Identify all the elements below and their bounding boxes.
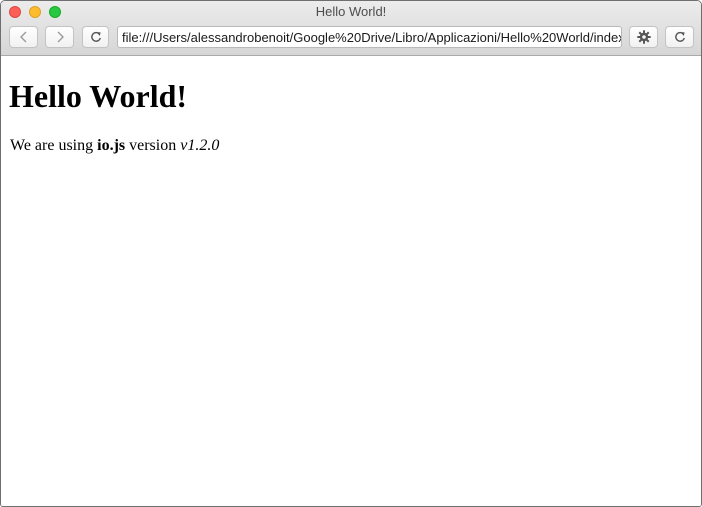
page-content: Hello World! We are using io.js version … — [1, 56, 701, 506]
back-button[interactable] — [9, 26, 38, 48]
text-before: We are using — [10, 137, 98, 154]
page-heading: Hello World! — [9, 78, 188, 114]
reload-icon — [90, 31, 101, 42]
forward-button[interactable] — [45, 26, 74, 48]
version-paragraph: We are using io.js version v1.2.0 — [10, 136, 219, 156]
settings-button[interactable] — [629, 26, 658, 48]
version-number: v1.2.0 — [180, 137, 220, 154]
window-title: Hello World! — [315, 4, 387, 19]
browser-window: Hello World! file:///Users/alessandroben… — [0, 0, 702, 507]
reload-icon — [674, 31, 685, 42]
title-bar: Hello World! file:///Users/alessandroben… — [1, 1, 701, 56]
chevron-right-icon — [57, 31, 64, 43]
address-bar[interactable]: file:///Users/alessandrobenoit/Google%20… — [117, 26, 622, 48]
reload-page-button[interactable] — [665, 26, 694, 48]
chevron-left-icon — [19, 31, 26, 43]
text-middle: version — [125, 137, 181, 154]
library-name: io.js — [97, 137, 126, 154]
gear-icon — [636, 30, 651, 44]
reload-button[interactable] — [82, 26, 109, 48]
